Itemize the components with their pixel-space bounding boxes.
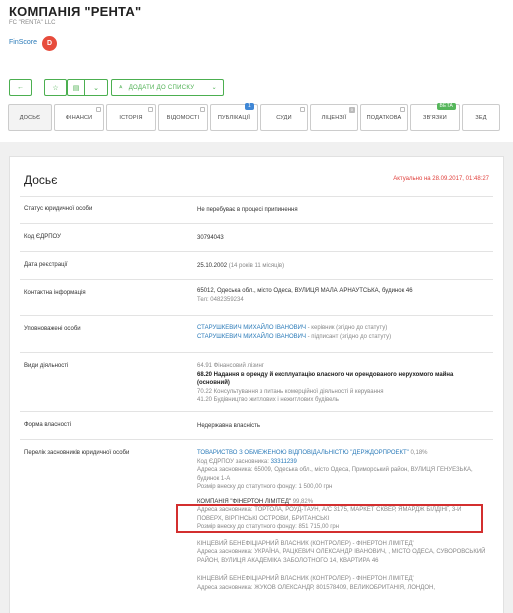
person-role: - підписант (згідно до статуту) — [305, 333, 392, 340]
checkbox-icon — [200, 107, 205, 112]
activity-item: 70.22 Консультування з питань комерційно… — [197, 388, 384, 395]
activity-item-main: 68.20 Надання в оренду й експлуатацію вл… — [197, 371, 454, 387]
tab-label: Ліцензії — [321, 114, 347, 121]
activities-value: 64.91 Фінансовий лізинг 68.20 Надання в … — [197, 362, 487, 405]
row-registration: Дата реєстрації 25.10.2002 (14 років 11 … — [20, 252, 493, 280]
beneficiary-address: Адреса засновника: ЖУКОВ ОЛЕКСАНДР, 8015… — [197, 584, 435, 591]
beneficiary-title: КІНЦЕВИЙ БЕНЕФІЦІАРНИЙ ВЛАСНИК (КОНТРОЛЕ… — [197, 576, 414, 582]
founder-code-link[interactable]: 33311239 — [271, 459, 297, 465]
add-to-list-button[interactable]: ⩓ ДОДАТИ ДО СПИСКУ ⌄ — [111, 79, 224, 96]
tab-licenses[interactable]: 0 Ліцензії — [310, 104, 358, 131]
person-role: - керівник (згідно до статуту) — [305, 325, 388, 331]
person-entry: СТАРУШКЕВИЧ МИХАЙЛО ІВАНОВИЧ - керівник … — [197, 324, 487, 333]
status-value: Не перебуває в процесі припинення — [197, 207, 298, 213]
person-link[interactable]: СТАРУШКЕВИЧ МИХАЙЛО ІВАНОВИЧ — [197, 334, 306, 340]
registration-age: (14 років 11 місяців) — [228, 263, 285, 269]
star-icon: ☆ — [52, 84, 59, 92]
beneficiary-title: КІНЦЕВИЙ БЕНЕФІЦІАРНИЙ ВЛАСНИК (КОНТРОЛЕ… — [197, 540, 414, 547]
favorite-button[interactable]: ☆ — [44, 79, 67, 96]
tab-publications[interactable]: 1 Публікації — [210, 103, 258, 131]
founder-entry: ТОВАРИСТВО З ОБМЕЖЕНОЮ ВІДПОВІДАЛЬНІСТЮ … — [197, 449, 487, 458]
field-label: Уповноважені особи — [24, 326, 81, 332]
ownership-value: Недержавна власність — [197, 423, 260, 429]
tab-courts[interactable]: Суди — [260, 104, 308, 131]
finscore-link[interactable]: FinScore — [9, 39, 37, 46]
field-label: Перелік засновників юридичної особи — [24, 450, 130, 456]
person-link[interactable]: СТАРУШКЕВИЧ МИХАЙЛО ІВАНОВИЧ — [197, 325, 306, 331]
tab-label: Зв'язки — [423, 114, 447, 121]
tab-foreign-trade[interactable]: ЗЕД — [462, 104, 500, 131]
checkbox-icon — [300, 107, 305, 112]
contact-phone: Тел: 0482359234 — [197, 296, 244, 303]
founder-code-label: Код ЄДРПОУ засновника: — [197, 458, 271, 465]
tab-count-badge: 1 — [245, 103, 254, 110]
contact-address: 65012, Одеська обл., місто Одеса, ВУЛИЦЯ… — [197, 288, 413, 294]
tab-connections[interactable]: beta Зв'язки — [410, 103, 460, 131]
checkbox-icon — [148, 107, 153, 112]
field-label: Код ЄДРПОУ — [24, 234, 61, 240]
back-button[interactable]: ← — [9, 79, 32, 96]
row-ownership: Форма власності Недержавна власність — [20, 412, 493, 440]
company-title: КОМПАНІЯ "РЕНТА" — [9, 4, 142, 19]
chevron-down-icon: ⌄ — [211, 85, 217, 91]
tab-history[interactable]: Історія — [106, 104, 156, 131]
dossier-panel: Досьє Актуально на 28.09.2017, 01:48:27 … — [9, 156, 504, 613]
field-label: Дата реєстрації — [24, 262, 68, 268]
edrpou-value: 30794043 — [197, 235, 224, 241]
updated-timestamp: Актуально на 28.09.2017, 01:48:27 — [393, 176, 489, 182]
contact-value: 65012, Одеська обл., місто Одеса, ВУЛИЦЯ… — [197, 287, 487, 304]
founder-code: Код ЄДРПОУ засновника: 33311239 — [197, 458, 487, 467]
chevron-down-icon: ⌄ — [93, 84, 99, 92]
tab-label: Фінанси — [65, 114, 93, 121]
registration-date: 25.10.2002 — [197, 263, 228, 269]
activity-item: 64.91 Фінансовий лізинг — [197, 363, 264, 369]
checkbox-icon — [96, 107, 101, 112]
export-dropdown-button[interactable]: ⌄ — [84, 79, 108, 96]
panel-title: Досьє — [24, 173, 58, 187]
add-to-list-label: ДОДАТИ ДО СПИСКУ — [128, 84, 195, 91]
tab-label: Публікації — [217, 114, 251, 121]
checkbox-icon — [400, 107, 405, 112]
person-entry: СТАРУШКЕВИЧ МИХАЙЛО ІВАНОВИЧ - підписант… — [197, 333, 487, 342]
row-activities: Види діяльності 64.91 Фінансовий лізинг … — [20, 353, 493, 412]
row-contact: Контактна інформація 65012, Одеська обл.… — [20, 280, 493, 316]
row-authorized: Уповноважені особи СТАРУШКЕВИЧ МИХАЙЛО І… — [20, 316, 493, 353]
beneficiary-address: Адреса засновника: УКРАЇНА, РАЦКЕВИЧ ОЛЕ… — [197, 549, 486, 564]
tab-finance[interactable]: Фінанси — [54, 104, 104, 131]
founder-capital: Розмір внеску до статутного фонду: 1 500… — [197, 484, 333, 490]
founder-address: Адреса засновника: 65009, Одеська обл., … — [197, 467, 473, 482]
tab-label: ЗЕД — [475, 114, 487, 121]
tab-tax[interactable]: Податкова — [360, 104, 408, 131]
founder-share: 0,18% — [408, 450, 428, 456]
highlight-box — [176, 504, 483, 533]
row-edrpou: Код ЄДРПОУ 30794043 — [20, 224, 493, 252]
arrow-left-icon: ← — [17, 84, 24, 91]
tab-count-badge: 0 — [349, 107, 355, 113]
tab-records[interactable]: Відомості — [158, 104, 208, 131]
field-label: Види діяльності — [24, 363, 69, 369]
field-label: Статус юридичної особи — [24, 206, 93, 212]
tab-label: Досьє — [19, 114, 41, 121]
export-button[interactable]: ▤ — [67, 79, 85, 96]
tab-label: Відомості — [166, 114, 200, 121]
field-label: Форма власності — [24, 422, 71, 428]
section-tabs: Досьє Фінанси Історія Відомості 1 Публік… — [8, 103, 502, 131]
list-add-icon: ⩓ — [119, 84, 123, 90]
founder-link[interactable]: ТОВАРИСТВО З ОБМЕЖЕНОЮ ВІДПОВІДАЛЬНІСТЮ … — [197, 450, 409, 456]
activity-item: 41.20 Будівництво житлових і нежитлових … — [197, 397, 339, 403]
tab-label: Податкова — [366, 114, 402, 121]
beta-badge: beta — [436, 103, 456, 110]
document-icon: ▤ — [72, 84, 80, 92]
tab-dossier[interactable]: Досьє — [8, 104, 52, 131]
company-subtitle: FC "RENTA" LLC — [9, 20, 56, 26]
registration-value: 25.10.2002 (14 років 11 місяців) — [197, 262, 487, 271]
tab-label: Історія — [119, 114, 143, 121]
row-status: Статус юридичної особи Не перебуває в пр… — [20, 196, 493, 224]
field-label: Контактна інформація — [24, 290, 86, 296]
tab-label: Суди — [276, 114, 292, 121]
finscore-grade-badge[interactable]: D — [42, 36, 57, 51]
authorized-value: СТАРУШКЕВИЧ МИХАЙЛО ІВАНОВИЧ - керівник … — [197, 324, 487, 341]
